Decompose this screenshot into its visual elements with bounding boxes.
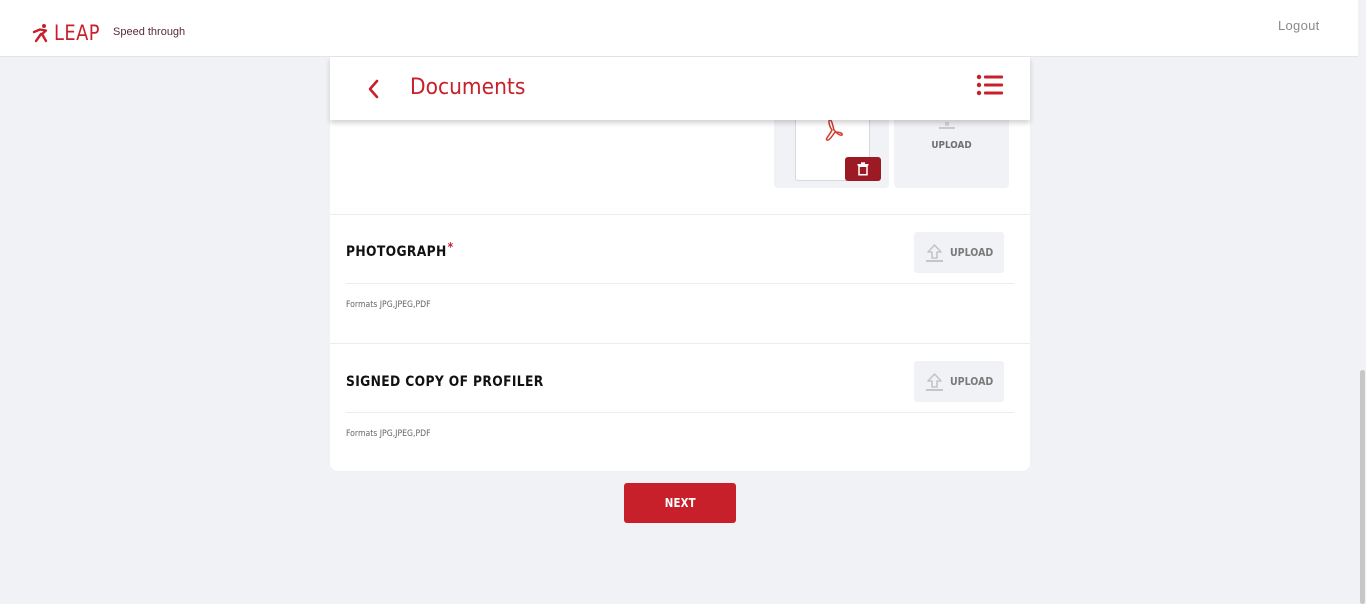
section-title-photograph: PHOTOGRAPH* (346, 240, 454, 260)
section-title-signed-profiler: SIGNED COPY OF PROFILER (346, 374, 544, 390)
upload-label: UPLOAD (931, 140, 972, 151)
first-section-upload-button[interactable]: UPLOAD (894, 112, 1009, 188)
logout-link[interactable]: Logout (1278, 18, 1320, 33)
upload-label: UPLOAD (950, 246, 994, 259)
upload-icon (926, 243, 943, 262)
section-divider (330, 214, 1030, 215)
runner-logo-icon (32, 24, 48, 43)
section-divider (330, 343, 1030, 344)
back-arrow-icon[interactable] (364, 77, 384, 101)
brand-tagline: Speed through (113, 26, 186, 38)
upload-icon (939, 122, 955, 129)
pdf-icon (825, 119, 843, 141)
signed-profiler-formats-hint: Formats JPG,JPEG,PDF (346, 429, 431, 439)
required-marker: * (447, 240, 454, 254)
upload-photograph-button[interactable]: UPLOAD (914, 232, 1004, 273)
upload-signed-profiler-button[interactable]: UPLOAD (914, 361, 1004, 402)
next-button[interactable]: NEXT (624, 483, 736, 523)
list-menu-icon[interactable] (976, 73, 1004, 99)
documents-header: Documents (330, 57, 1030, 120)
page-title: Documents (410, 75, 526, 100)
trash-icon (857, 162, 869, 176)
field-divider (346, 283, 1014, 284)
brand-name: LEAP (54, 21, 100, 45)
brand-logo[interactable]: LEAP (32, 21, 108, 45)
upload-icon (926, 372, 943, 391)
upload-label: UPLOAD (950, 375, 994, 388)
scrollbar-thumb[interactable] (1360, 370, 1365, 604)
delete-file-button[interactable] (845, 157, 881, 181)
next-label: NEXT (664, 496, 696, 510)
photograph-formats-hint: Formats JPG,JPEG,PDF (346, 300, 431, 310)
top-navigation-bar: LEAP Speed through Logout (0, 0, 1366, 57)
field-divider (346, 412, 1014, 413)
